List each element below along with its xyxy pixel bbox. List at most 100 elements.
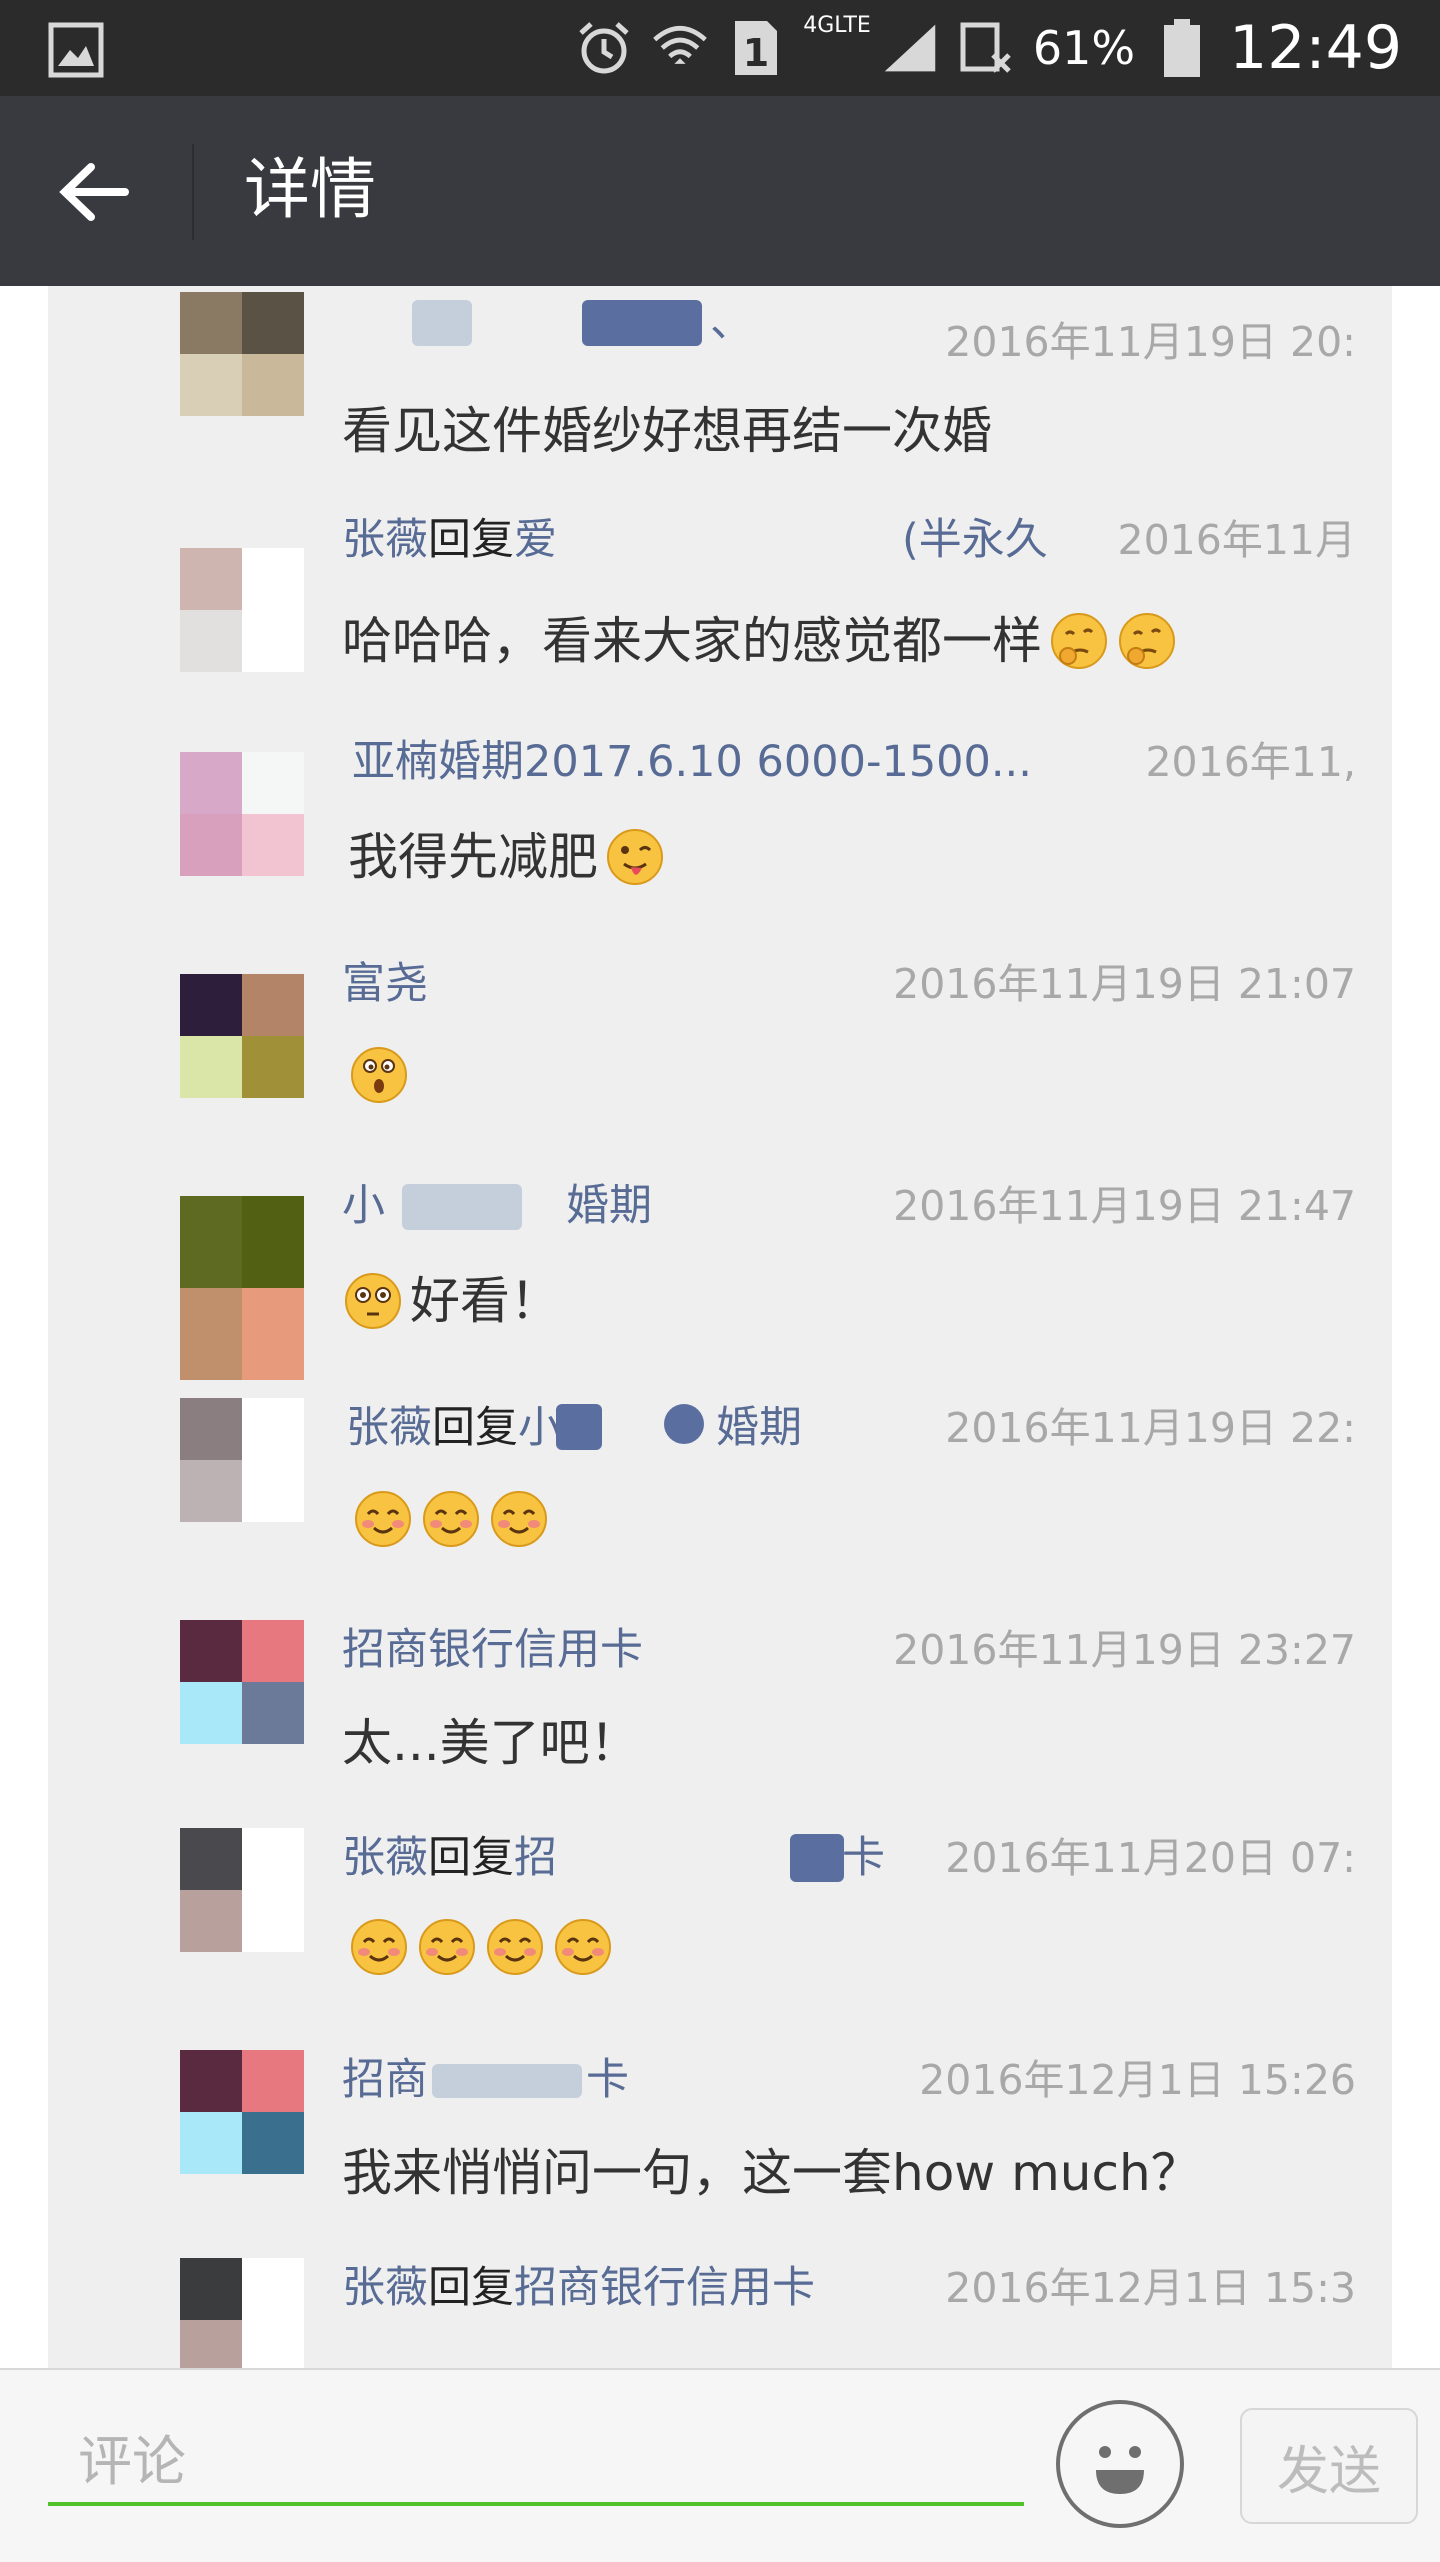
comment-item[interactable]: 张薇回复招 卡 2016年11月20日 07: <box>48 1828 1392 2040</box>
commenter-name[interactable]: 张薇 <box>342 2263 428 2313</box>
emoji-button[interactable] <box>1056 2400 1184 2528</box>
commenter-name[interactable]: 招商银行信用卡 <box>342 1625 643 1675</box>
blush-emoji <box>487 1919 543 1975</box>
reply-target-name[interactable]: 爱 <box>514 515 557 565</box>
comment-item[interactable]: 小 婚期 2016年11月19日 21:47 好看！ <box>48 1176 1392 1388</box>
gallery-notification-icon <box>48 22 104 78</box>
blush-emoji <box>423 1491 479 1547</box>
avatar[interactable] <box>180 1196 304 1380</box>
comment-list[interactable]: 、 2016年11月19日 20: 看见这件婚纱好想再结一次婚 张薇回复爱 (半… <box>48 286 1392 2368</box>
redacted-block <box>556 1404 602 1450</box>
network-type-label: 4GLTE <box>803 13 871 38</box>
reply-target-name[interactable]: 、 <box>710 292 753 352</box>
redacted-block <box>582 300 702 346</box>
comment-item[interactable]: 亚楠婚期2017.6.10 6000-1500... 2016年11, 我得先减… <box>48 732 1392 944</box>
clock-time: 12:49 <box>1229 13 1402 83</box>
avatar[interactable] <box>180 2258 304 2368</box>
page-title: 详情 <box>244 151 376 228</box>
commenter-name-tail[interactable]: 婚期 <box>566 1176 652 1236</box>
reply-target-name-tail[interactable]: 卡 <box>842 1828 885 1888</box>
tongue-wink-emoji <box>607 829 663 885</box>
thinking-emoji <box>1119 613 1175 669</box>
comment-input[interactable] <box>48 2420 1024 2506</box>
svg-text:1: 1 <box>743 31 769 75</box>
comment-item[interactable]: 、 2016年11月19日 20: 看见这件婚纱好想再结一次婚 <box>48 292 1392 504</box>
blush-emoji <box>355 1491 411 1547</box>
commenter-name[interactable]: 亚楠婚期2017.6.10 6000-1500... <box>352 737 1032 787</box>
comment-timestamp: 2016年11, <box>1133 732 1356 792</box>
commenter-name-tail[interactable]: 卡 <box>586 2050 629 2110</box>
avatar[interactable] <box>180 1398 304 1522</box>
avatar[interactable] <box>180 752 304 876</box>
redacted-block <box>402 1184 522 1230</box>
comment-text: 我得先减肥 <box>348 828 598 886</box>
battery-percent: 61% <box>1032 21 1136 75</box>
avatar[interactable] <box>180 2050 304 2174</box>
smiley-icon <box>1096 2446 1144 2494</box>
redacted-block <box>412 300 472 346</box>
comment-text: 太...美了吧！ <box>342 1714 640 1772</box>
flushed-emoji <box>345 1273 401 1329</box>
comment-text: 哈哈哈，看来大家的感觉都一样 <box>342 612 1042 670</box>
no-sim-icon <box>957 19 1015 77</box>
commenter-name[interactable]: 富尧 <box>342 959 428 1009</box>
reply-target-name-tail[interactable]: 婚期 <box>716 1398 802 1458</box>
commenter-name[interactable]: 张薇 <box>342 1833 428 1883</box>
reply-target-name[interactable]: 招商银行信用卡 <box>514 2263 815 2313</box>
avatar[interactable] <box>180 974 304 1098</box>
commenter-name[interactable]: 招商 <box>342 2055 428 2105</box>
comment-item[interactable]: 富尧 2016年11月19日 21:07 <box>48 954 1392 1166</box>
thinking-emoji <box>1051 613 1107 669</box>
redacted-block <box>432 2064 582 2098</box>
comment-text: 我来悄悄问一句，这一套how much？ <box>342 2144 1201 2202</box>
avatar[interactable] <box>180 1828 304 1952</box>
sim-card-icon: 1 <box>727 19 785 77</box>
arrow-left-icon <box>59 163 129 221</box>
wifi-icon <box>651 19 709 77</box>
comment-timestamp: 2016年12月1日 15:26 <box>907 2050 1356 2110</box>
reply-label: 回复 <box>428 2263 514 2313</box>
reply-target-name[interactable]: 招 <box>514 1833 557 1883</box>
reply-label: 回复 <box>428 515 514 565</box>
redacted-block <box>664 1404 704 1444</box>
blush-emoji <box>555 1919 611 1975</box>
send-button[interactable]: 发送 <box>1240 2408 1418 2524</box>
blush-emoji <box>419 1919 475 1975</box>
comment-item[interactable]: 招商银行信用卡 2016年11月19日 23:27 太...美了吧！ <box>48 1620 1392 1832</box>
reply-label: 回复 <box>432 1403 518 1453</box>
signal-strength-icon <box>881 19 939 77</box>
battery-icon <box>1153 19 1211 77</box>
comment-text: 好看！ <box>410 1272 560 1330</box>
reply-target-name[interactable]: 小 <box>518 1403 561 1453</box>
comment-item[interactable]: 张薇回复招商银行信用卡 2016年12月1日 15:3 <box>48 2258 1392 2368</box>
title-divider <box>192 144 194 240</box>
comment-input-bar: 发送 <box>0 2368 1440 2562</box>
reply-target-name-tail[interactable]: (半永久 <box>902 510 1048 570</box>
comment-item[interactable]: 张薇回复爱 (半永久 2016年11月 哈哈哈，看来大家的感觉都一样 <box>48 510 1392 722</box>
comment-text: 看见这件婚纱好想再结一次婚 <box>342 402 992 460</box>
title-bar: 详情 <box>0 96 1440 286</box>
reply-label: 回复 <box>428 1833 514 1883</box>
avatar[interactable] <box>180 1620 304 1744</box>
commenter-name[interactable]: 张薇 <box>346 1403 432 1453</box>
avatar[interactable] <box>180 548 304 672</box>
surprised-emoji <box>351 1047 407 1103</box>
comment-timestamp: 2016年11月19日 23:27 <box>881 1620 1356 1680</box>
redacted-block <box>790 1834 844 1882</box>
blush-emoji <box>351 1919 407 1975</box>
commenter-name[interactable]: 小 <box>342 1181 385 1231</box>
commenter-name[interactable]: 张薇 <box>342 515 428 565</box>
comment-timestamp: 2016年12月1日 15:3 <box>933 2258 1356 2318</box>
comment-timestamp: 2016年11月 <box>1105 510 1356 570</box>
comment-timestamp: 2016年11月19日 20: <box>933 312 1356 372</box>
comment-timestamp: 2016年11月19日 22: <box>933 1398 1356 1458</box>
comment-item[interactable]: 招商 卡 2016年12月1日 15:26 我来悄悄问一句，这一套how muc… <box>48 2050 1392 2262</box>
comment-timestamp: 2016年11月20日 07: <box>933 1828 1356 1888</box>
comment-item[interactable]: 张薇回复小 婚期 2016年11月19日 22: <box>48 1398 1392 1610</box>
back-button[interactable] <box>54 152 134 232</box>
comment-timestamp: 2016年11月19日 21:07 <box>881 954 1356 1014</box>
avatar[interactable] <box>180 292 304 416</box>
alarm-icon <box>575 19 633 77</box>
comment-timestamp: 2016年11月19日 21:47 <box>881 1176 1356 1236</box>
status-bar: 1 4GLTE 61% 12:49 <box>0 0 1440 96</box>
